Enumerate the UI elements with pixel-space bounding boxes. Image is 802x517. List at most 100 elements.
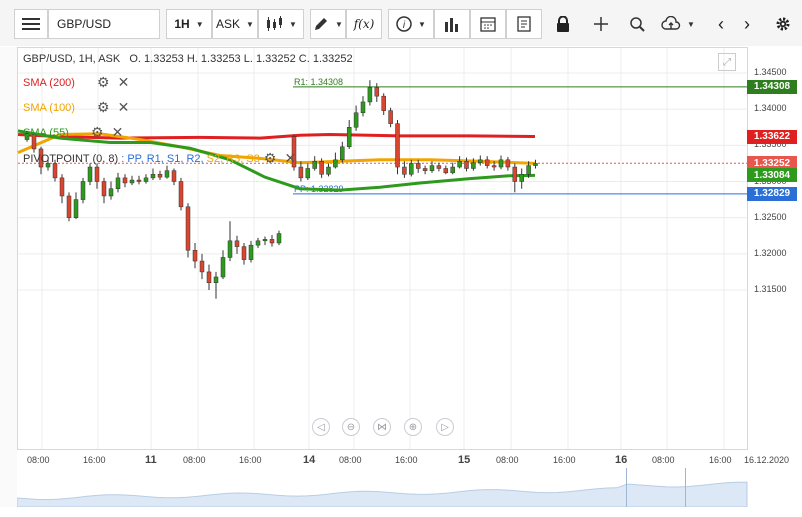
left-gutter — [0, 47, 17, 507]
navigator-overview[interactable] — [17, 468, 748, 507]
close-icon[interactable]: ✕ — [118, 74, 130, 91]
price-badge: 1.34308 — [747, 79, 797, 94]
zoom-in-button[interactable]: ⊕ — [404, 418, 422, 436]
time-tick-label: 11 — [145, 454, 157, 466]
indicator-sma-200[interactable]: SMA (200) ⚙ ✕ — [23, 74, 129, 91]
scroll-right-button[interactable]: ▷ — [436, 418, 454, 436]
price-type-label: ASK — [216, 17, 241, 31]
chevron-right-icon: ▷ — [441, 421, 449, 433]
menu-button[interactable] — [14, 9, 48, 39]
pivot-item-r1: R1, — [146, 152, 167, 165]
report-button[interactable] — [506, 9, 542, 39]
price-tick-label: 1.32500 — [754, 211, 787, 222]
price-badge: 1.32829 — [747, 186, 797, 201]
price-badge: 1.33084 — [747, 168, 797, 183]
function-icon: f(x) — [353, 17, 375, 31]
chevron-right-icon: › — [744, 13, 750, 34]
timeframe-select[interactable]: 1H ▼ — [166, 9, 212, 39]
lock-icon — [557, 15, 569, 32]
caret-down-icon: ▼ — [418, 19, 426, 29]
time-tick-label: 08:00 — [27, 455, 50, 465]
time-tick-label: 16:00 — [709, 455, 732, 465]
indicator-sma-55[interactable]: SMA (55) ⚙ ✕ — [23, 124, 123, 141]
close-icon[interactable]: ✕ — [118, 99, 130, 116]
symbol-label: GBP/USD — [57, 17, 112, 31]
close-icon[interactable]: ✕ — [112, 124, 124, 141]
crosshair-button[interactable] — [586, 9, 616, 39]
expand-icon: ⤢ — [723, 56, 731, 68]
time-tick-label: 14 — [303, 454, 316, 466]
candles-icon — [267, 16, 283, 31]
time-tick-label: 16:00 — [395, 455, 418, 465]
time-tick-label: 16:00 — [239, 455, 262, 465]
zoom-button[interactable] — [622, 9, 652, 39]
indicator-label: SMA (100) — [23, 101, 75, 114]
pivot-item-r3: R3, — [226, 152, 247, 165]
indicator-label: SMA (55) — [23, 126, 69, 139]
caret-down-icon: ▼ — [289, 19, 297, 29]
chevron-left-icon: ◁ — [317, 421, 325, 433]
time-tick-label: 15 — [458, 454, 471, 466]
share-button[interactable]: ▼ — [658, 9, 698, 39]
price-tick-label: 1.34000 — [754, 103, 787, 114]
expand-button[interactable]: ⤢ — [718, 53, 736, 71]
caret-down-icon: ▼ — [195, 19, 204, 29]
close-icon[interactable]: ✕ — [284, 150, 296, 167]
calendar-icon — [480, 17, 496, 32]
zoom-in-icon: ⊕ — [408, 421, 418, 433]
gear-icon[interactable]: ⚙ — [97, 74, 110, 91]
volume-button[interactable] — [434, 9, 470, 39]
prev-button[interactable]: ‹ — [710, 9, 732, 39]
caret-down-icon: ▼ — [246, 19, 254, 29]
calendar-button[interactable] — [470, 9, 506, 39]
crosshair-icon — [594, 17, 608, 31]
time-tick-label: 08:00 — [496, 455, 519, 465]
chart-type-button[interactable]: ▼ — [258, 9, 304, 39]
fit-icon: ⋈ — [377, 421, 387, 433]
toolbar: GBP/USD 1H ▼ ASK ▼ ▼ ▼ f(x) i ▼ ▼ ‹ › — [0, 0, 802, 46]
pivot-items: PP, R1, S1, R2, S2, R3, S3 — [127, 153, 260, 165]
volume-bars-icon — [445, 18, 458, 32]
chevron-left-icon: ‹ — [718, 13, 724, 34]
zoom-out-button[interactable]: ⊖ — [342, 418, 360, 436]
price-tick-label: 1.32000 — [754, 247, 787, 258]
timeframe-label: 1H — [174, 17, 190, 31]
zoom-out-icon: ⊖ — [346, 421, 356, 433]
time-tick-label: 16:00 — [553, 455, 576, 465]
time-tick-label: 16.12.2020 — [744, 455, 790, 465]
time-tick-label: 08:00 — [652, 455, 675, 465]
time-tick-label: 08:00 — [183, 455, 206, 465]
svg-text:i: i — [403, 20, 406, 31]
time-tick-label: 16 — [615, 454, 628, 466]
price-tick-label: 1.31500 — [754, 284, 787, 294]
scroll-left-button[interactable]: ◁ — [312, 418, 330, 436]
settings-button[interactable] — [770, 9, 796, 39]
symbol-select[interactable]: GBP/USD — [48, 9, 160, 39]
fit-button[interactable]: ⋈ — [373, 418, 391, 436]
pivot-item-s3: S3 — [246, 152, 260, 165]
pivot-item-r2: R2, — [186, 152, 207, 165]
magnifier-icon — [630, 17, 645, 32]
gear-icon[interactable]: ⚙ — [264, 150, 277, 167]
price-tick-label: 1.34500 — [754, 67, 787, 77]
gear-icon[interactable]: ⚙ — [97, 99, 110, 116]
info-button[interactable]: i ▼ — [388, 9, 434, 39]
indicator-sma-100[interactable]: SMA (100) ⚙ ✕ — [23, 99, 129, 116]
function-button[interactable]: f(x) — [346, 9, 382, 39]
separator: : — [118, 152, 128, 165]
gear-icon — [776, 17, 790, 31]
draw-button[interactable]: ▼ — [310, 9, 346, 39]
lock-button[interactable] — [548, 9, 578, 39]
pencil-icon — [315, 18, 328, 30]
next-button[interactable]: › — [736, 9, 758, 39]
price-type-select[interactable]: ASK ▼ — [212, 9, 258, 39]
pivot-item-pp: PP, — [127, 152, 147, 165]
gear-icon[interactable]: ⚙ — [91, 124, 104, 141]
price-badge: 1.33622 — [747, 129, 797, 144]
caret-down-icon: ▼ — [335, 19, 343, 29]
indicator-pivot-point[interactable]: PIVOTPOINT (0, 8) : PP, R1, S1, R2, S2, … — [23, 150, 296, 167]
pivot-item-s2: S2, — [206, 152, 227, 165]
hamburger-icon — [22, 18, 40, 30]
indicator-label: SMA (200) — [23, 76, 75, 89]
caret-down-icon: ▼ — [687, 19, 695, 29]
